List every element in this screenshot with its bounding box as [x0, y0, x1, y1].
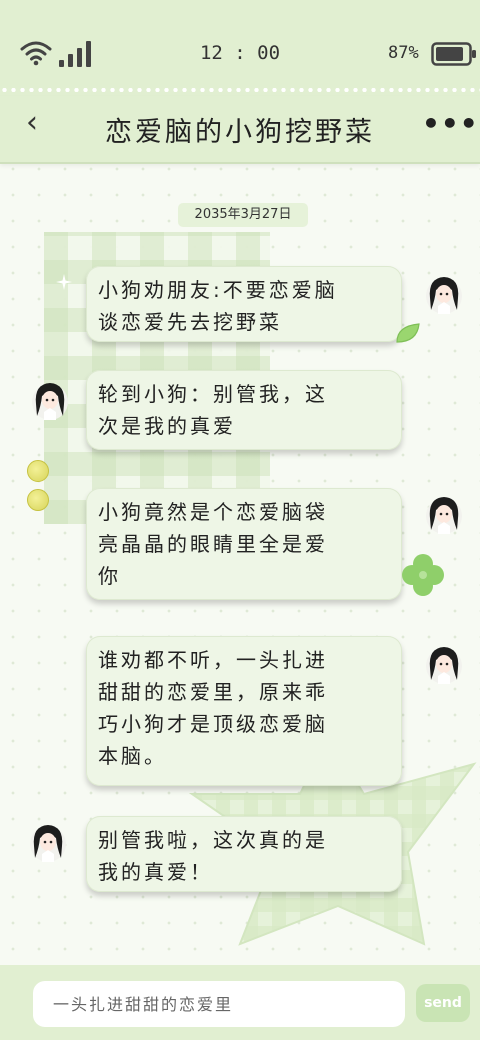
more-dots-icon: •••	[422, 107, 479, 140]
status-time: 12 : 00	[199, 42, 281, 64]
send-button[interactable]: send	[416, 984, 470, 1022]
leaf-icon	[396, 323, 420, 343]
message-bubble[interactable]: 小狗竟然是个恋爱脑袋 亮晶晶的眼睛里全是爱 你	[86, 488, 402, 600]
wifi-icon	[20, 41, 52, 66]
message-input[interactable]	[33, 981, 405, 1027]
avatar[interactable]	[30, 378, 70, 422]
avatar[interactable]	[28, 820, 68, 864]
clover-icon	[402, 554, 444, 596]
chat-title: 恋爱脑的小狗挖野菜	[105, 117, 375, 148]
more-button[interactable]: •••	[422, 110, 478, 138]
dotted-divider	[0, 88, 480, 92]
cellular-signal-icon	[59, 41, 91, 67]
message-bubble[interactable]: 别管我啦，这次真的是 我的真爱！	[86, 816, 402, 892]
avatar[interactable]	[424, 642, 464, 686]
avatar[interactable]	[424, 272, 464, 316]
message-bubble[interactable]: 小狗劝朋友:不要恋爱脑 谈恋爱先去挖野菜	[86, 266, 402, 342]
battery-icon	[431, 42, 476, 66]
message-bubble[interactable]: 谁劝都不听，一头扎进 甜甜的恋爱里，原来乖 巧小狗才是顶级恋爱脑 本脑。	[86, 636, 402, 786]
sparkle-icon	[56, 274, 72, 290]
chevron-left-icon: ‹	[26, 105, 38, 140]
message-bubble[interactable]: 轮到小狗：别管我，这 次是我的真爱	[86, 370, 402, 450]
avatar[interactable]	[424, 492, 464, 536]
date-divider: 2035年3月27日	[178, 203, 308, 227]
back-button[interactable]: ‹	[26, 108, 56, 138]
battery-percent: 87%	[388, 43, 419, 63]
yellow-dot-decoration	[27, 489, 49, 511]
yellow-dot-decoration	[27, 460, 49, 482]
